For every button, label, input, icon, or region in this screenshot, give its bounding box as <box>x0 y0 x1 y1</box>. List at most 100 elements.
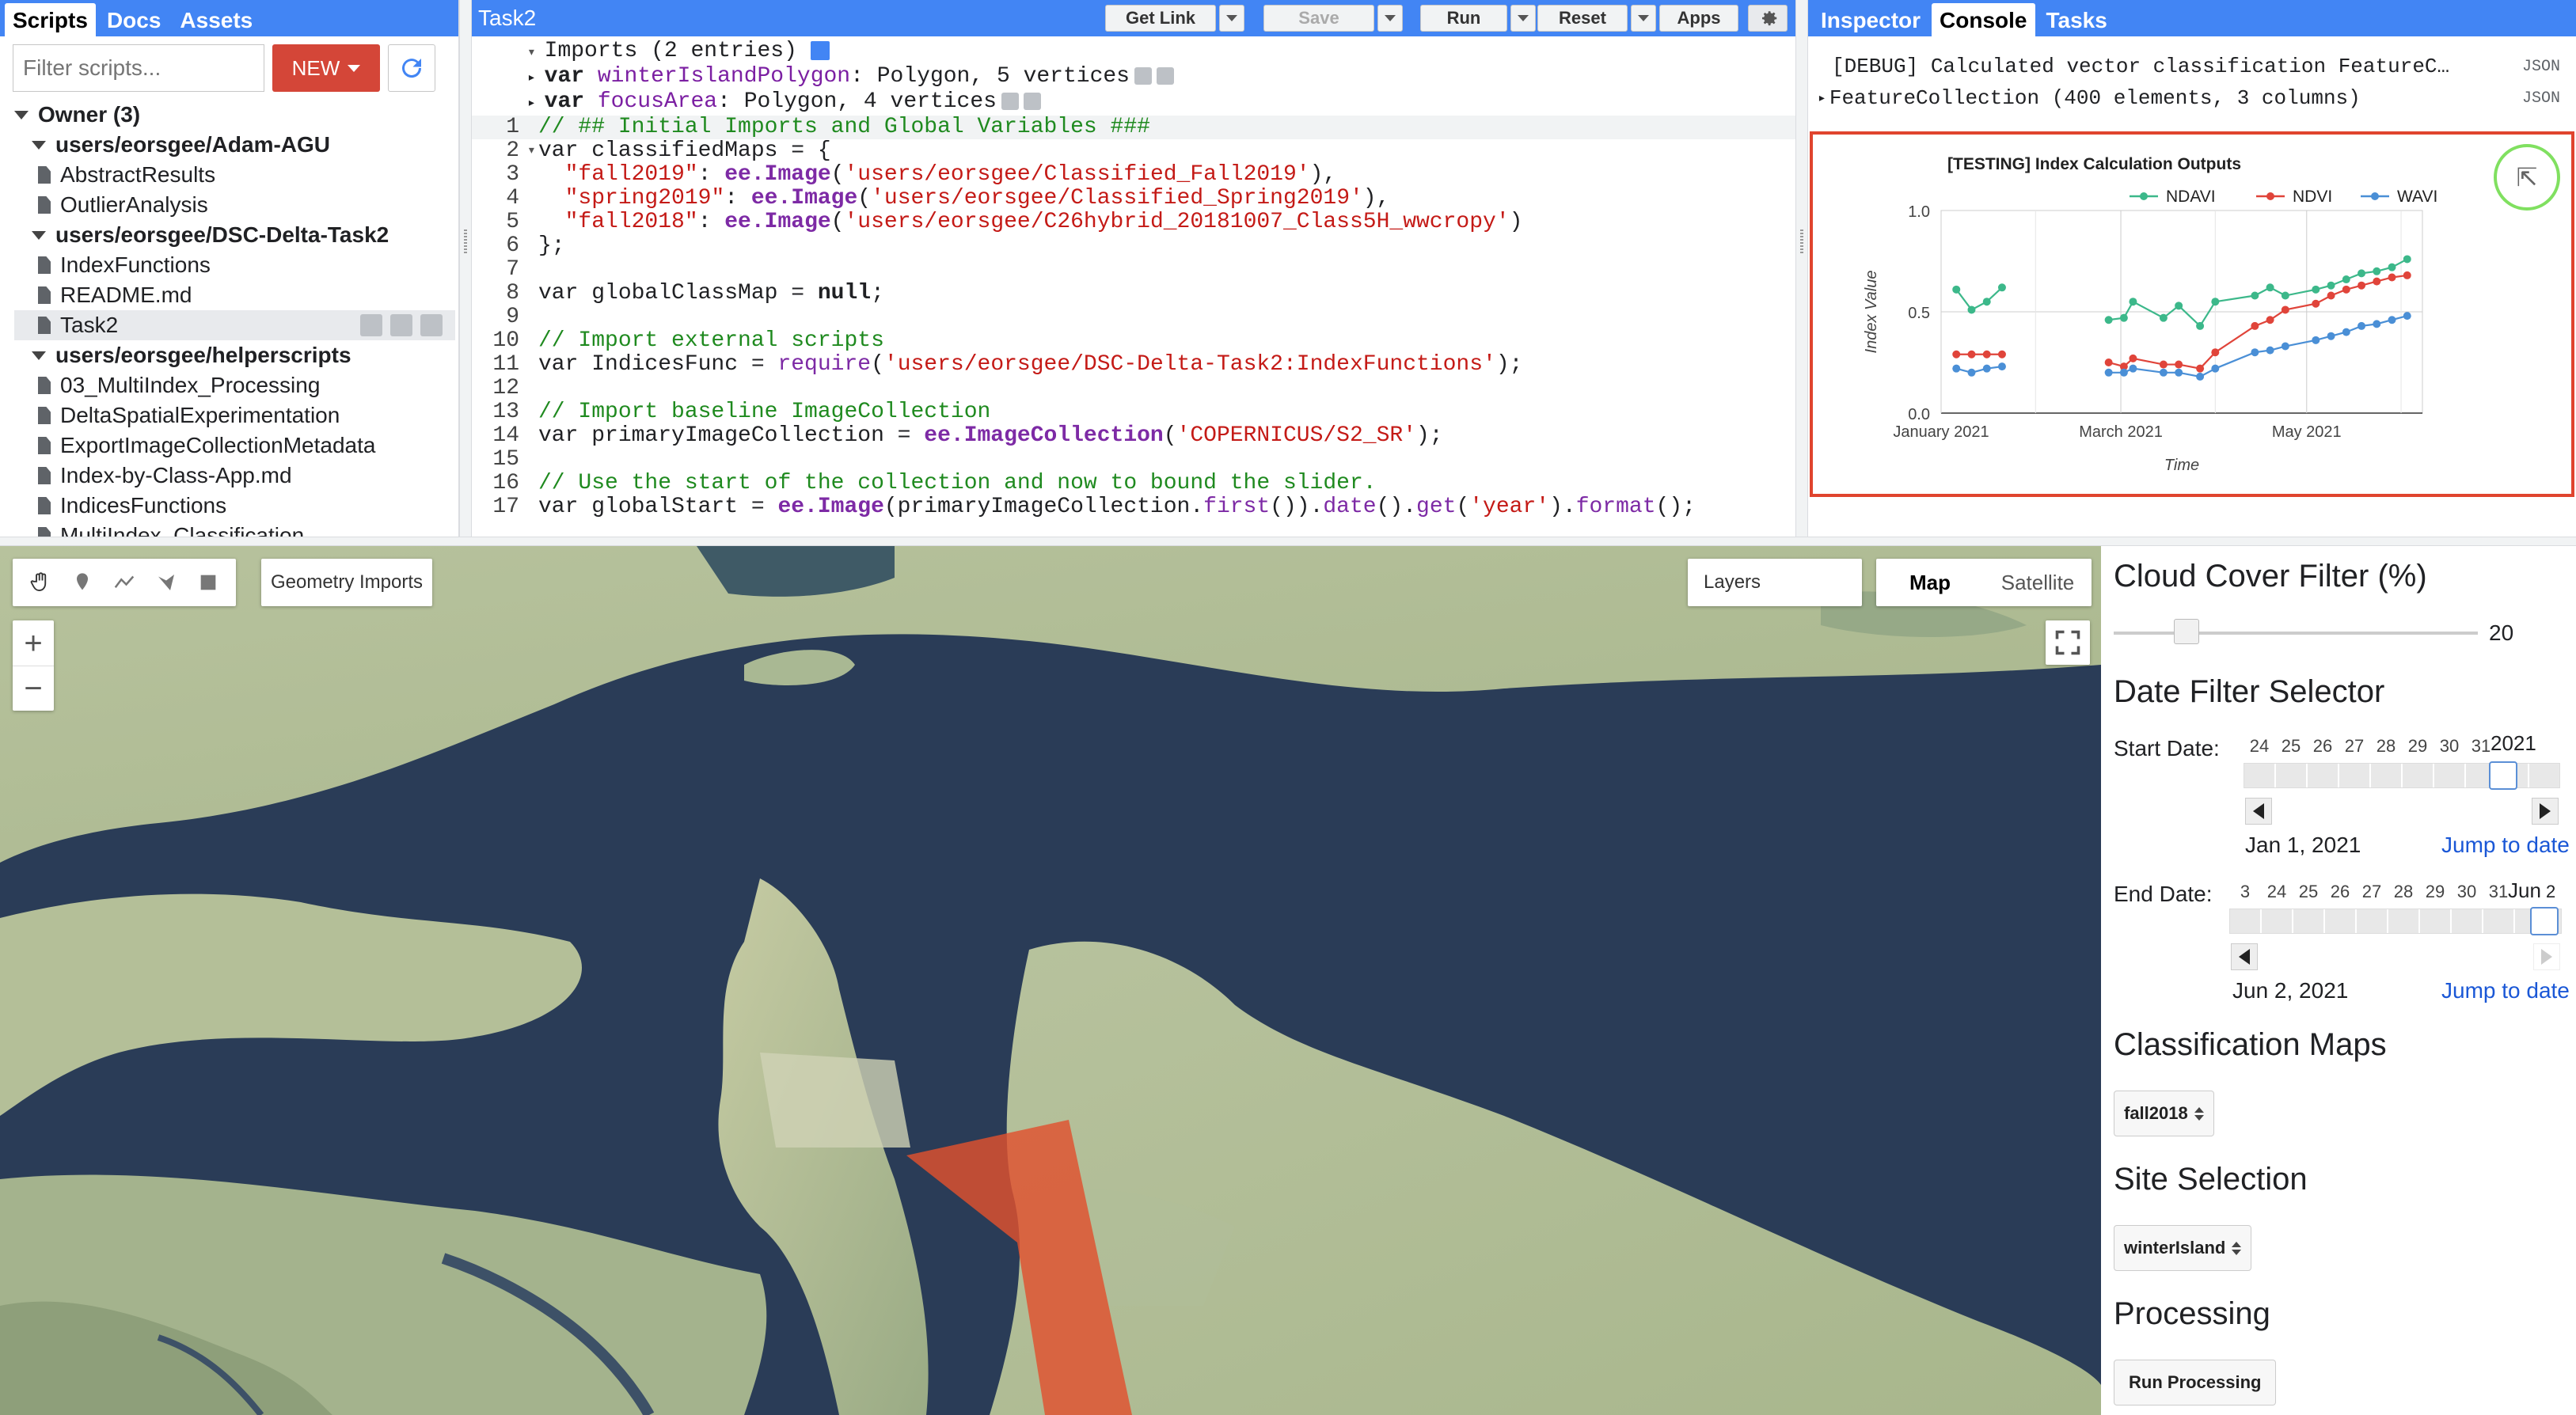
tab-scripts[interactable]: Scripts <box>5 3 96 36</box>
history-icon[interactable] <box>360 314 382 336</box>
get-link-dropdown[interactable] <box>1219 5 1244 32</box>
script-file-item[interactable]: DeltaSpatialExperimentation <box>14 400 458 431</box>
caret-down-icon[interactable] <box>32 351 46 360</box>
code-line[interactable]: 6}; <box>472 234 1795 258</box>
code-line[interactable]: 9 <box>472 305 1795 329</box>
code-line[interactable]: 1 // ## Initial Imports and Global Variab… <box>472 116 1795 139</box>
refresh-button[interactable] <box>388 44 435 92</box>
code-line[interactable]: 12 <box>472 377 1795 400</box>
script-folder-item[interactable]: users/eorsgee/DSC-Delta-Task2 <box>14 220 458 250</box>
horizontal-splitter[interactable] <box>0 537 2576 546</box>
code-line[interactable]: 16 // Use the start of the collection and… <box>472 472 1795 495</box>
code-line[interactable]: 5 "fall2018": ee.Image('users/eorsgee/C2… <box>472 211 1795 234</box>
code-line[interactable]: 15 <box>472 448 1795 472</box>
tab-inspector[interactable]: Inspector <box>1813 3 1928 36</box>
zoom-out-button[interactable]: − <box>13 666 54 710</box>
polygon-icon[interactable] <box>149 565 184 600</box>
end-jump-to-date[interactable]: Jump to date <box>2441 978 2570 1003</box>
marker-icon[interactable] <box>65 565 100 600</box>
script-file-item[interactable]: Task2 <box>14 310 455 340</box>
code-line[interactable]: 2 ▾ var classifiedMaps = { <box>472 139 1795 163</box>
run-dropdown[interactable] <box>1510 5 1536 32</box>
new-script-button[interactable]: NEW <box>272 44 380 92</box>
script-folder-item[interactable]: users/eorsgee/helperscripts <box>14 340 458 370</box>
end-date-thumb[interactable] <box>2530 907 2559 935</box>
map-type-map[interactable]: Map <box>1876 571 1984 595</box>
layers-button[interactable]: Layers <box>1688 559 1862 606</box>
console-message[interactable]: [DEBUG] Calculated vector classification… <box>1808 51 2576 82</box>
save-button[interactable]: Save <box>1263 5 1374 32</box>
script-file-item[interactable]: IndexFunctions <box>14 250 458 280</box>
script-file-item[interactable]: 03_MultiIndex_Processing <box>14 370 458 400</box>
hand-icon[interactable] <box>23 565 58 600</box>
fullscreen-button[interactable] <box>2046 620 2090 665</box>
import-entry[interactable]: ▸ var winterIslandPolygon: Polygon, 5 ve… <box>527 65 1795 90</box>
tab-console[interactable]: Console <box>1932 3 2035 36</box>
run-processing-button[interactable]: Run Processing <box>2114 1360 2277 1406</box>
code-line[interactable]: 10 // Import external scripts <box>472 329 1795 353</box>
end-next-button[interactable] <box>2533 943 2560 970</box>
caret-down-icon[interactable] <box>32 140 46 150</box>
target-icon[interactable] <box>1023 92 1041 110</box>
zoom-in-button[interactable]: + <box>24 621 42 666</box>
script-file-item[interactable]: ExportImageCollectionMetadata <box>14 431 458 461</box>
reset-dropdown[interactable] <box>1631 5 1656 32</box>
script-file-item[interactable]: OutlierAnalysis <box>14 190 458 220</box>
cloud-slider-track[interactable] <box>2114 632 2478 635</box>
map-view[interactable]: Geometry Imports + − Layers Map Satellit… <box>0 546 2101 1415</box>
import-entry[interactable]: ▸ var focusArea: Polygon, 4 vertices <box>527 90 1795 116</box>
script-file-item[interactable]: MultiIndex_Classification <box>14 521 458 537</box>
line-icon[interactable] <box>107 565 142 600</box>
code-line[interactable]: 14 var primaryImageCollection = ee.ImageC… <box>472 424 1795 448</box>
code-line[interactable]: 7 <box>472 258 1795 282</box>
site-select[interactable]: winterIsland <box>2114 1225 2252 1271</box>
json-tag[interactable]: JSON <box>2522 89 2560 108</box>
code-line[interactable]: 3 "fall2019": ee.Image('users/eorsgee/Cl… <box>472 163 1795 187</box>
target-icon[interactable] <box>1157 66 1174 85</box>
filter-scripts-input[interactable] <box>13 44 264 92</box>
apps-button[interactable]: Apps <box>1659 5 1738 32</box>
start-date-thumb[interactable] <box>2489 761 2517 790</box>
code-editor[interactable]: 1 // ## Initial Imports and Global Variab… <box>472 116 1795 519</box>
script-folder-item[interactable]: Owner (3) <box>14 100 458 130</box>
map-type-satellite[interactable]: Satellite <box>1984 571 2092 595</box>
console-message[interactable]: ▸ FeatureCollection (400 elements, 3 col… <box>1808 82 2576 114</box>
edit-icon[interactable] <box>390 314 412 336</box>
classification-select[interactable]: fall2018 <box>2114 1091 2214 1136</box>
left-splitter[interactable] <box>459 0 472 537</box>
right-splitter[interactable] <box>1795 0 1808 537</box>
caret-down-icon[interactable] <box>32 230 46 240</box>
cloud-slider-thumb[interactable] <box>2174 619 2199 644</box>
reset-button[interactable]: Reset <box>1537 5 1628 32</box>
code-line[interactable]: 13 // Import baseline ImageCollection <box>472 400 1795 424</box>
script-folder-item[interactable]: users/eorsgee/Adam-AGU <box>14 130 458 160</box>
start-next-button[interactable] <box>2532 798 2559 825</box>
caret-down-icon[interactable] <box>14 110 28 119</box>
imports-header[interactable]: ▾ Imports (2 entries) <box>527 40 1795 65</box>
tab-assets[interactable]: Assets <box>172 3 260 36</box>
code-line[interactable]: 4 "spring2019": ee.Image('users/eorsgee/… <box>472 187 1795 211</box>
geometry-imports-button[interactable]: Geometry Imports <box>261 559 432 606</box>
code-line[interactable]: 17 var globalStart = ee.Image(primaryImag… <box>472 495 1795 519</box>
run-button[interactable]: Run <box>1420 5 1507 32</box>
code-line[interactable]: 8 var globalClassMap = null; <box>472 282 1795 305</box>
rectangle-icon[interactable] <box>191 565 226 600</box>
tab-tasks[interactable]: Tasks <box>2038 3 2115 36</box>
show-imports-icon[interactable] <box>810 40 830 60</box>
gear-icon[interactable] <box>1001 92 1019 110</box>
json-tag[interactable]: JSON <box>2522 58 2560 76</box>
code-line[interactable]: 11 var IndicesFunc = require('users/eorsg… <box>472 353 1795 377</box>
fold-caret-icon[interactable]: ▾ <box>527 139 538 163</box>
script-file-item[interactable]: IndicesFunctions <box>14 491 458 521</box>
settings-button[interactable] <box>1748 5 1788 32</box>
delete-icon[interactable] <box>420 314 443 336</box>
script-file-item[interactable]: Index-by-Class-App.md <box>14 461 458 491</box>
tab-docs[interactable]: Docs <box>99 3 169 36</box>
end-date-slider[interactable] <box>2229 909 2562 934</box>
gear-icon[interactable] <box>1134 66 1152 85</box>
start-prev-button[interactable] <box>2245 798 2272 825</box>
start-jump-to-date[interactable]: Jump to date <box>2441 833 2570 858</box>
script-file-item[interactable]: README.md <box>14 280 458 310</box>
popout-button[interactable]: ⇱ <box>2494 144 2560 211</box>
end-prev-button[interactable] <box>2231 943 2258 970</box>
